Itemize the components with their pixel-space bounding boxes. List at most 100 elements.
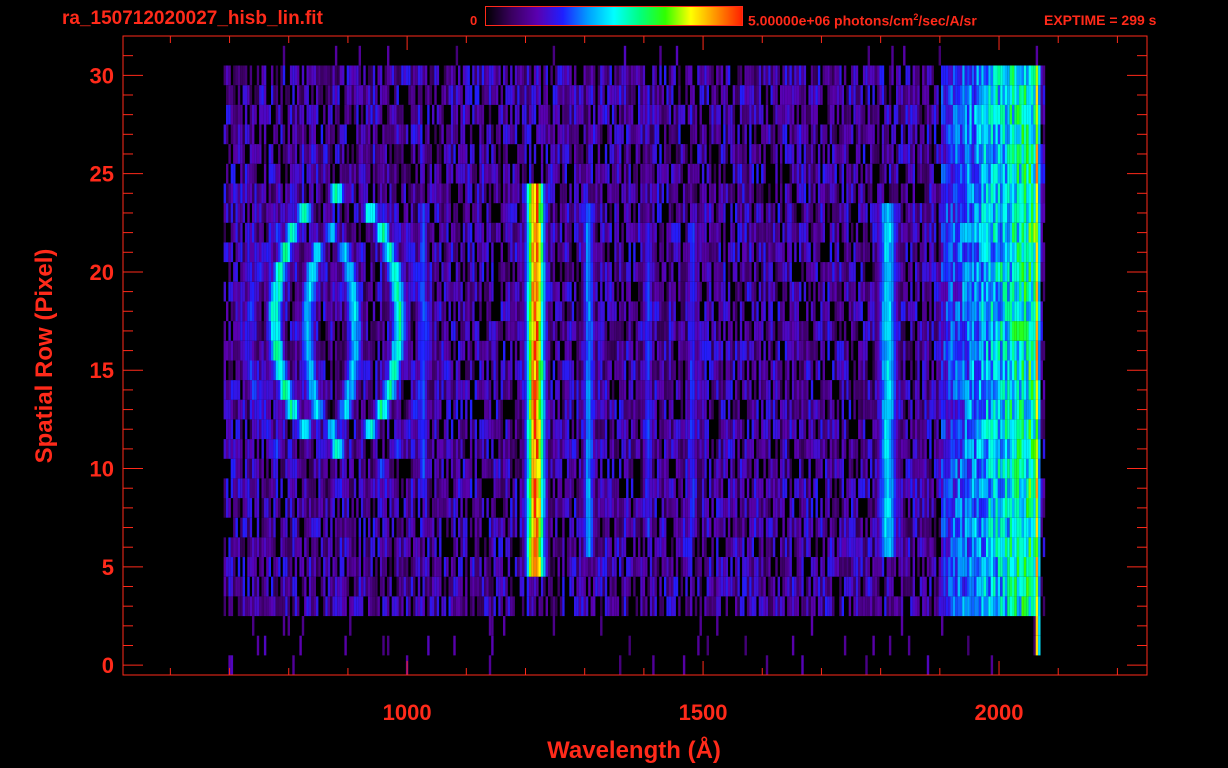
heatmap-cell (938, 281, 941, 302)
heatmap-cell (578, 340, 582, 361)
heatmap-cell (687, 439, 691, 459)
heatmap-cell (685, 498, 688, 518)
heatmap-cell (865, 576, 868, 597)
heatmap-cell (933, 321, 937, 341)
heatmap-cell (874, 399, 878, 420)
heatmap-cell (765, 557, 769, 577)
heatmap-cell (933, 419, 937, 440)
heatmap-cell (543, 517, 546, 538)
heatmap-cell (806, 576, 809, 597)
heatmap-cell (799, 380, 802, 400)
heatmap-cell (287, 498, 290, 518)
heatmap-cell (249, 380, 253, 400)
heatmap-cell (903, 281, 906, 302)
heatmap-cell (640, 419, 643, 440)
heatmap-cell (422, 537, 425, 558)
heatmap-cell (633, 360, 636, 381)
heatmap-cell (585, 419, 589, 440)
heatmap-cell (330, 498, 333, 518)
heatmap-cell (730, 458, 733, 479)
heatmap-cell (557, 340, 560, 361)
heatmap-cell (983, 596, 986, 617)
heatmap-cell (640, 301, 643, 322)
heatmap-cell (900, 498, 904, 518)
heatmap-cell (266, 301, 269, 322)
heatmap-cell (297, 419, 300, 440)
heatmap-cell (432, 380, 435, 400)
heatmap-cell (780, 399, 783, 420)
heatmap-cell (555, 498, 558, 518)
heatmap-cell (1028, 360, 1031, 381)
heatmap-cell (292, 596, 295, 617)
heatmap-cell (486, 321, 489, 341)
heatmap-cell (460, 321, 463, 341)
heatmap-cell (820, 301, 823, 322)
heatmap-cell (249, 557, 253, 577)
heatmap-cell (772, 537, 776, 558)
heatmap-cell (311, 419, 314, 440)
heatmap-cell (936, 596, 939, 617)
heatmap-cell (860, 439, 863, 459)
heatmap-cell (903, 360, 906, 381)
heatmap-cell (780, 458, 783, 479)
heatmap-cell (978, 557, 982, 577)
heatmap-cell (391, 380, 395, 400)
heatmap-cell (271, 439, 274, 459)
heatmap-cell (784, 458, 788, 479)
heatmap-cell (756, 399, 759, 420)
heatmap-cell (758, 360, 762, 381)
heatmap-cell (548, 537, 551, 558)
heatmap-cell (500, 596, 503, 617)
heatmap-cell (898, 458, 901, 479)
heatmap-cell (877, 360, 880, 381)
heatmap-cell (912, 498, 915, 518)
heatmap-cell (595, 281, 598, 302)
heatmap-cell (242, 301, 245, 322)
heatmap-cell (704, 380, 707, 400)
heatmap-cell (829, 399, 833, 420)
heatmap-cell (360, 498, 364, 518)
heatmap-cell (410, 419, 414, 440)
heatmap-cell (405, 498, 409, 518)
heatmap-cell (299, 399, 302, 420)
heatmap-cell (536, 340, 539, 361)
heatmap-cell (254, 498, 257, 518)
heatmap-cell (718, 517, 721, 538)
heatmap-cell (313, 478, 316, 499)
heatmap-cell (488, 517, 492, 538)
heatmap-cell (334, 517, 338, 538)
heatmap-cell (372, 321, 376, 341)
heatmap-cell (500, 576, 503, 597)
heatmap-cell (1016, 557, 1020, 577)
heatmap-cell (242, 340, 245, 361)
heatmap-cell (533, 301, 537, 322)
heatmap-cell (585, 281, 589, 302)
heatmap-cell (325, 439, 328, 459)
heatmap-cell (697, 301, 700, 322)
heatmap-cell (945, 419, 949, 440)
heatmap-cell (552, 419, 556, 440)
heatmap-cell (770, 360, 773, 381)
heatmap-cell (353, 576, 357, 597)
heatmap-cell (886, 517, 889, 538)
heatmap-cell (834, 498, 837, 518)
heatmap-cell (256, 498, 260, 518)
heatmap-cell (500, 419, 503, 440)
heatmap-cell (978, 360, 982, 381)
heatmap-cell (273, 517, 276, 538)
heatmap-cell (1016, 360, 1020, 381)
heatmap-cell (519, 340, 522, 361)
heatmap-cell (716, 458, 719, 479)
heatmap-cell (623, 301, 627, 322)
heatmap-cell (503, 576, 506, 597)
heatmap-cell (1009, 596, 1013, 617)
heatmap-cell (649, 380, 653, 400)
heatmap-cell (768, 478, 771, 499)
heatmap-cell (540, 301, 544, 322)
heatmap-cell (1002, 478, 1005, 499)
heatmap-cell (706, 380, 709, 400)
heatmap-cell (960, 596, 963, 617)
heatmap-cell (297, 281, 300, 302)
heatmap-cell (642, 340, 646, 361)
heatmap-cell (517, 281, 520, 302)
